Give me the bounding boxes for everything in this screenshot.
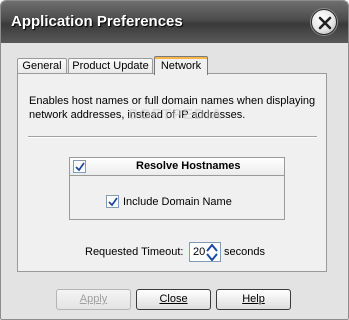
spinner-arrows[interactable] — [205, 244, 220, 261]
apply-button[interactable]: Apply — [56, 289, 131, 310]
preferences-window: Application Preferences General Product … — [0, 0, 349, 320]
tab-general[interactable]: General — [17, 58, 67, 74]
close-button[interactable]: Close — [136, 289, 211, 310]
timeout-spinner[interactable]: 20 — [189, 242, 221, 262]
resolve-hostnames-label: Resolve Hostnames — [136, 160, 241, 172]
window-title: Application Preferences — [11, 13, 183, 30]
checkmark-icon — [75, 162, 85, 172]
close-icon — [318, 16, 332, 30]
resolve-hostnames-header: Resolve Hostnames — [70, 158, 284, 176]
include-domain-name-label: Include Domain Name — [123, 196, 232, 208]
help-button[interactable]: Help — [216, 289, 291, 310]
arrow-down-icon[interactable] — [206, 253, 218, 261]
watermark: SOFTPEDIA — [128, 106, 223, 123]
resolve-hostnames-checkbox[interactable] — [73, 160, 86, 173]
close-window-button[interactable] — [311, 9, 337, 35]
resolve-hostnames-group: Resolve Hostnames Include Domain Name — [69, 157, 285, 220]
tab-product-update[interactable]: Product Update — [68, 58, 153, 74]
timeout-unit: seconds — [224, 246, 265, 258]
divider — [28, 136, 317, 138]
arrow-up-icon[interactable] — [206, 244, 218, 252]
tab-network[interactable]: Network — [154, 56, 208, 75]
timeout-value[interactable]: 20 — [193, 246, 205, 258]
checkmark-icon — [108, 197, 118, 207]
include-domain-name-checkbox[interactable] — [106, 195, 119, 208]
network-panel: Enables host names or full domain names … — [17, 73, 327, 272]
title-bar[interactable]: Application Preferences — [1, 1, 348, 43]
timeout-label: Requested Timeout: — [85, 246, 184, 258]
